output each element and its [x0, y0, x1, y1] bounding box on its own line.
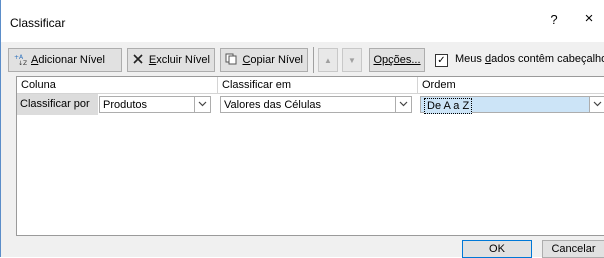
add-level-icon: +A ↓Z	[13, 53, 27, 68]
sort-levels-grid: Coluna Classificar em Ordem Classificar …	[16, 76, 604, 236]
title-bar: Classificar ? ×	[1, 0, 604, 42]
move-down-button[interactable]: ▼	[342, 48, 362, 72]
headers-checkbox[interactable]: ✓	[435, 54, 448, 67]
column-header-ordem: Ordem	[422, 79, 456, 91]
sort-on-select[interactable]: Valores das Células	[220, 96, 412, 113]
column-header-classificar-em: Classificar em	[218, 77, 418, 93]
add-level-button[interactable]: +A ↓Z Adicionar Nível	[8, 48, 122, 72]
svg-text:↓Z: ↓Z	[18, 60, 27, 65]
delete-level-button[interactable]: Excluir Nível	[127, 48, 215, 72]
ok-button[interactable]: OK	[462, 240, 532, 258]
chevron-down-icon	[194, 97, 210, 112]
options-button[interactable]: Opções...	[369, 48, 425, 72]
close-button[interactable]: ×	[581, 10, 597, 27]
help-button[interactable]: ?	[546, 12, 562, 27]
copy-level-button[interactable]: Copiar Nível	[220, 48, 308, 72]
copy-icon	[225, 53, 238, 68]
headers-checkbox-label: Meus dados contêm cabeçalhos	[455, 53, 604, 65]
dialog-title: Classificar	[10, 16, 66, 30]
chevron-down-icon	[395, 97, 411, 112]
order-select[interactable]: De A a Z	[420, 96, 604, 114]
row-label: Classificar por	[17, 94, 98, 115]
toolbar-separator	[313, 47, 314, 73]
sort-dialog: Classificar ? × +A ↓Z Adicionar Nível Exc…	[0, 0, 604, 258]
column-select[interactable]: Produtos	[99, 96, 211, 113]
delete-x-icon	[132, 53, 145, 68]
cancel-button[interactable]: Cancelar	[542, 240, 604, 258]
sort-level-row: Classificar por Produtos Valores das Cél…	[17, 94, 604, 115]
chevron-down-icon	[589, 97, 604, 112]
column-header-coluna: Coluna	[17, 77, 218, 93]
move-up-button[interactable]: ▲	[318, 48, 338, 72]
